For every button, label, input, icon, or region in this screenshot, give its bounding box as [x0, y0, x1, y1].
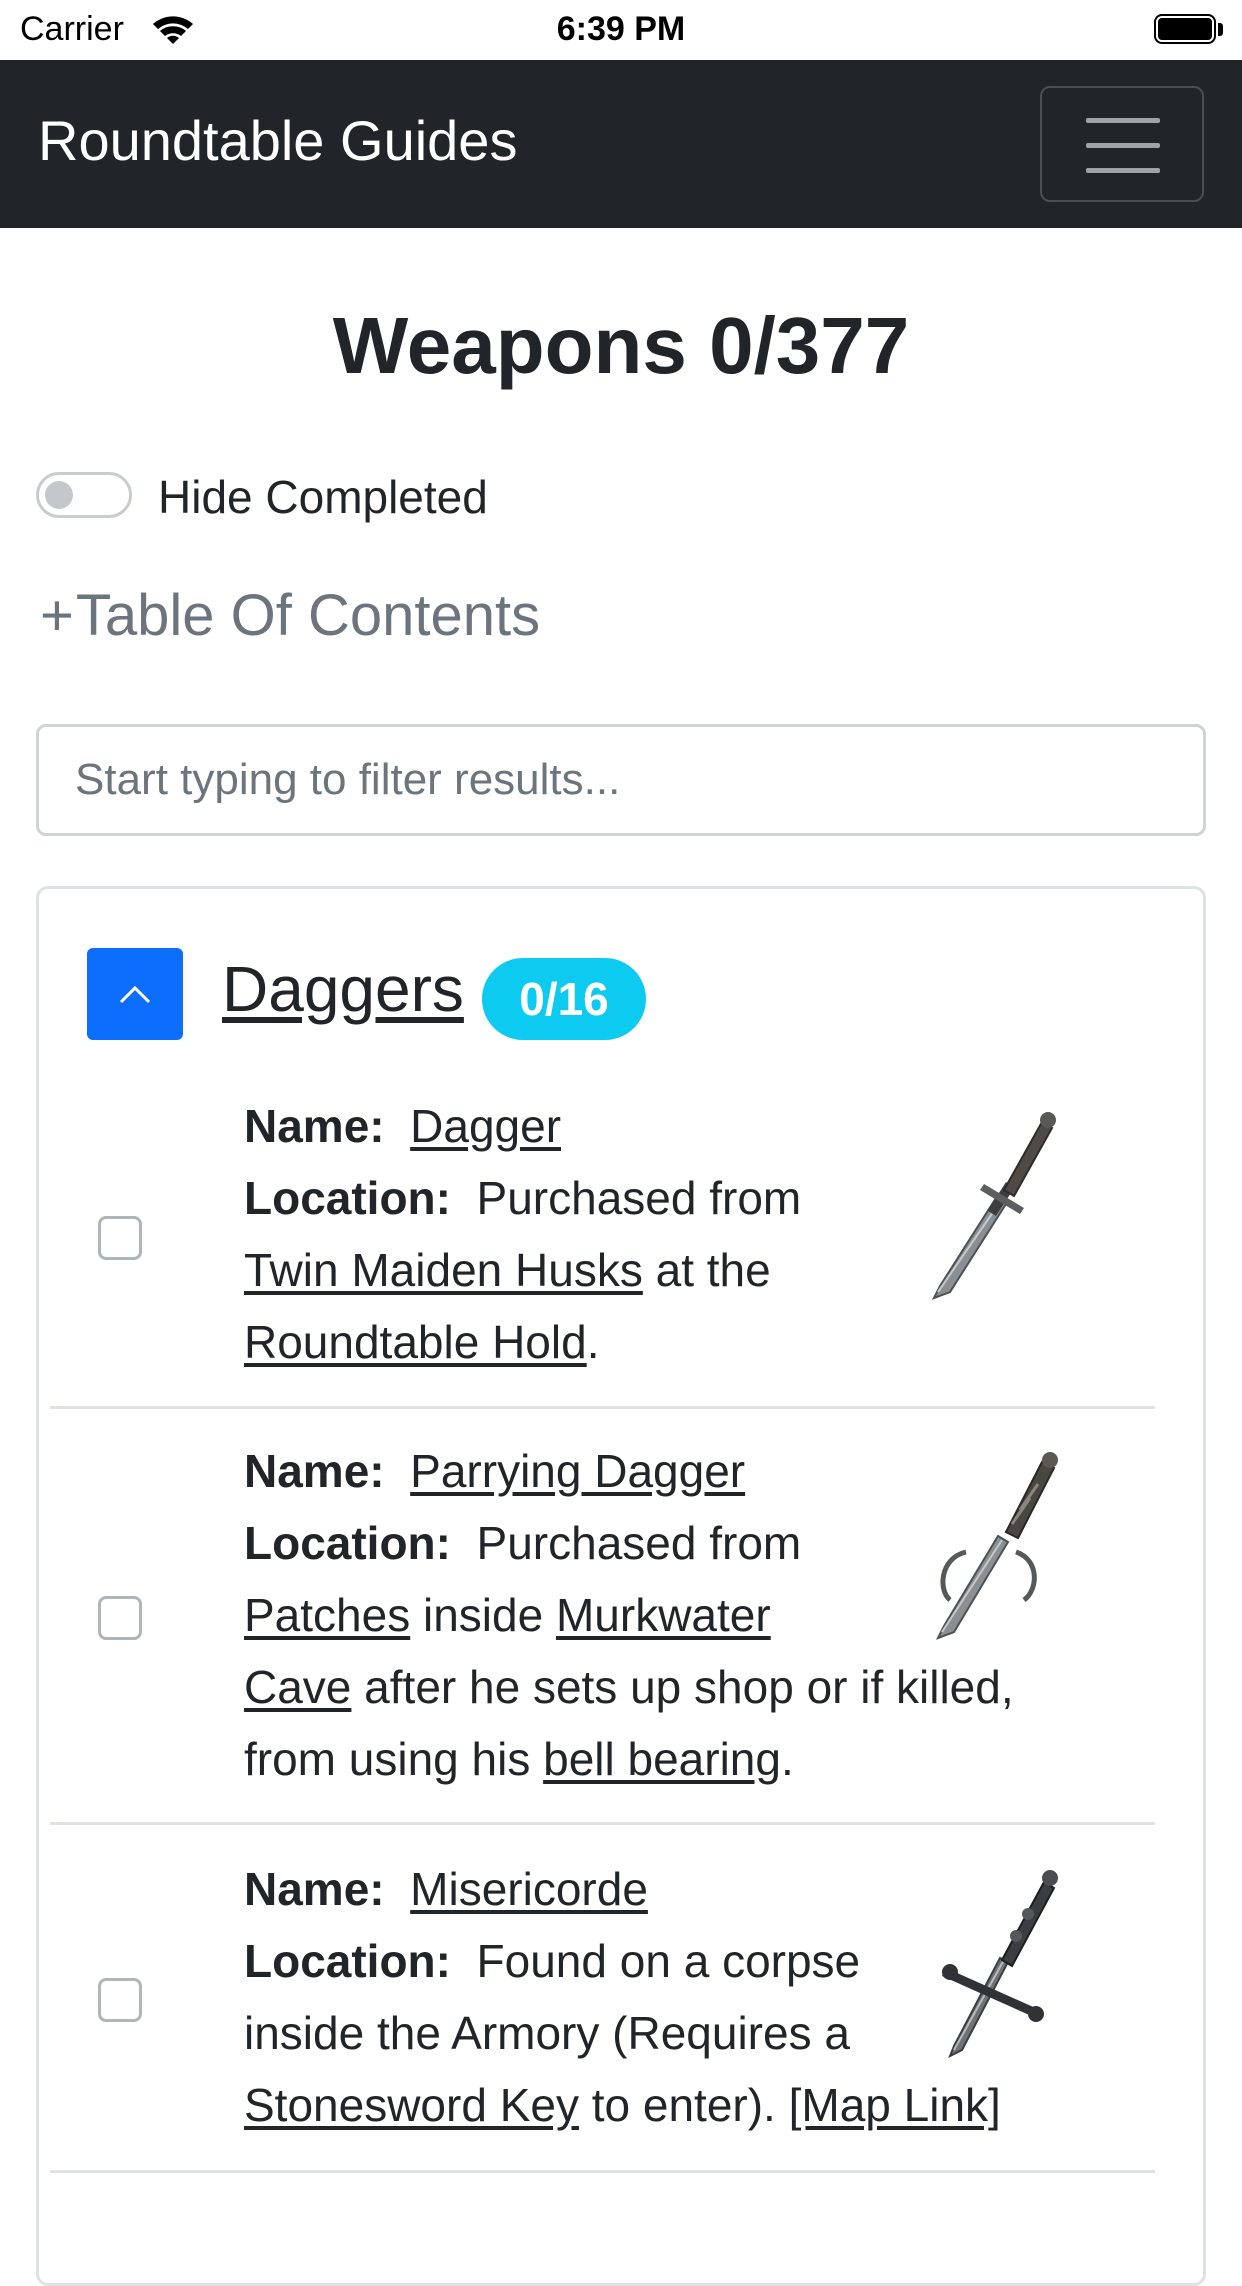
brand-link[interactable]: Roundtable Guides — [38, 108, 517, 173]
collapse-section-button[interactable] — [87, 948, 183, 1040]
status-bar: Carrier 6:39 PM — [0, 0, 1242, 60]
item-checkbox[interactable] — [98, 1978, 142, 2022]
location-label: Location: — [244, 1517, 451, 1569]
menu-toggle-button[interactable] — [1040, 86, 1204, 202]
location-link[interactable]: Murkwater — [556, 1589, 771, 1641]
hide-completed-label[interactable]: Hide Completed — [158, 470, 488, 524]
toc-label: Table Of Contents — [75, 583, 541, 648]
item-name-link[interactable]: Misericorde — [410, 1863, 648, 1915]
clock: 6:39 PM — [556, 10, 686, 48]
name-label: Name: — [244, 1863, 385, 1915]
location-link[interactable]: Roundtable Hold — [244, 1316, 587, 1368]
item-divider — [50, 2170, 1155, 2173]
battery-icon — [1154, 14, 1224, 46]
toggle-knob — [45, 481, 73, 509]
location-text: after he sets up shop or if killed, — [364, 1661, 1014, 1713]
plus-icon: + — [40, 583, 74, 648]
location-label: Location: — [244, 1935, 451, 1987]
chevron-up-icon — [119, 985, 151, 1004]
page-title: Weapons 0/377 — [332, 301, 910, 390]
parrying-dagger-image — [935, 1452, 1058, 1640]
item-name-link[interactable]: Parrying Dagger — [410, 1445, 745, 1497]
hamburger-icon-bar — [1086, 168, 1160, 173]
npc-link[interactable]: Patches — [244, 1589, 410, 1641]
filter-input[interactable] — [36, 724, 1206, 836]
location-text: . — [780, 1733, 794, 1785]
npc-link[interactable]: Twin Maiden Husks — [244, 1244, 643, 1296]
location-label: Location: — [244, 1172, 451, 1224]
table-of-contents-toggle[interactable]: +Table Of Contents — [40, 582, 540, 649]
item-checkbox[interactable] — [98, 1596, 142, 1640]
section-title[interactable]: Daggers — [222, 952, 464, 1026]
hamburger-icon-bar — [1086, 143, 1160, 148]
location-text: Found on a corpse — [476, 1935, 861, 1987]
list-item: Name: Parrying Dagger Location: Purchase… — [244, 1435, 1014, 1795]
progress-badge: 0/16 — [482, 958, 646, 1040]
item-checkbox[interactable] — [98, 1216, 142, 1260]
location-text: at the — [655, 1244, 771, 1296]
location-text: to enter). — [591, 2079, 776, 2131]
name-label: Name: — [244, 1100, 385, 1152]
bell-bearing-link[interactable]: bell bearing — [543, 1733, 781, 1785]
stonesword-key-link[interactable]: Stonesword Key — [244, 2079, 579, 2131]
item-divider — [50, 1822, 1155, 1825]
hamburger-icon — [1086, 118, 1160, 123]
item-divider — [50, 1406, 1155, 1409]
list-item: Name: Dagger Location: Purchased from Tw… — [244, 1090, 801, 1378]
location-text: inside the Armory (Requires a — [244, 2007, 850, 2059]
location-text: from using his — [244, 1733, 531, 1785]
item-name-link[interactable]: Dagger — [410, 1100, 561, 1152]
misericorde-image — [942, 1870, 1058, 2059]
navbar: Roundtable Guides — [0, 60, 1242, 228]
dagger-image — [931, 1112, 1056, 1300]
location-link-cont[interactable]: Cave — [244, 1661, 351, 1713]
hide-completed-toggle[interactable] — [36, 472, 132, 518]
map-link[interactable]: [Map Link] — [789, 2079, 1001, 2131]
list-item: Name: Misericorde Location: Found on a c… — [244, 1853, 1001, 2141]
location-text: Purchased from — [476, 1517, 802, 1569]
location-text: inside — [423, 1589, 544, 1641]
location-text: . — [586, 1316, 600, 1368]
name-label: Name: — [244, 1445, 385, 1497]
location-text: Purchased from — [476, 1172, 802, 1224]
